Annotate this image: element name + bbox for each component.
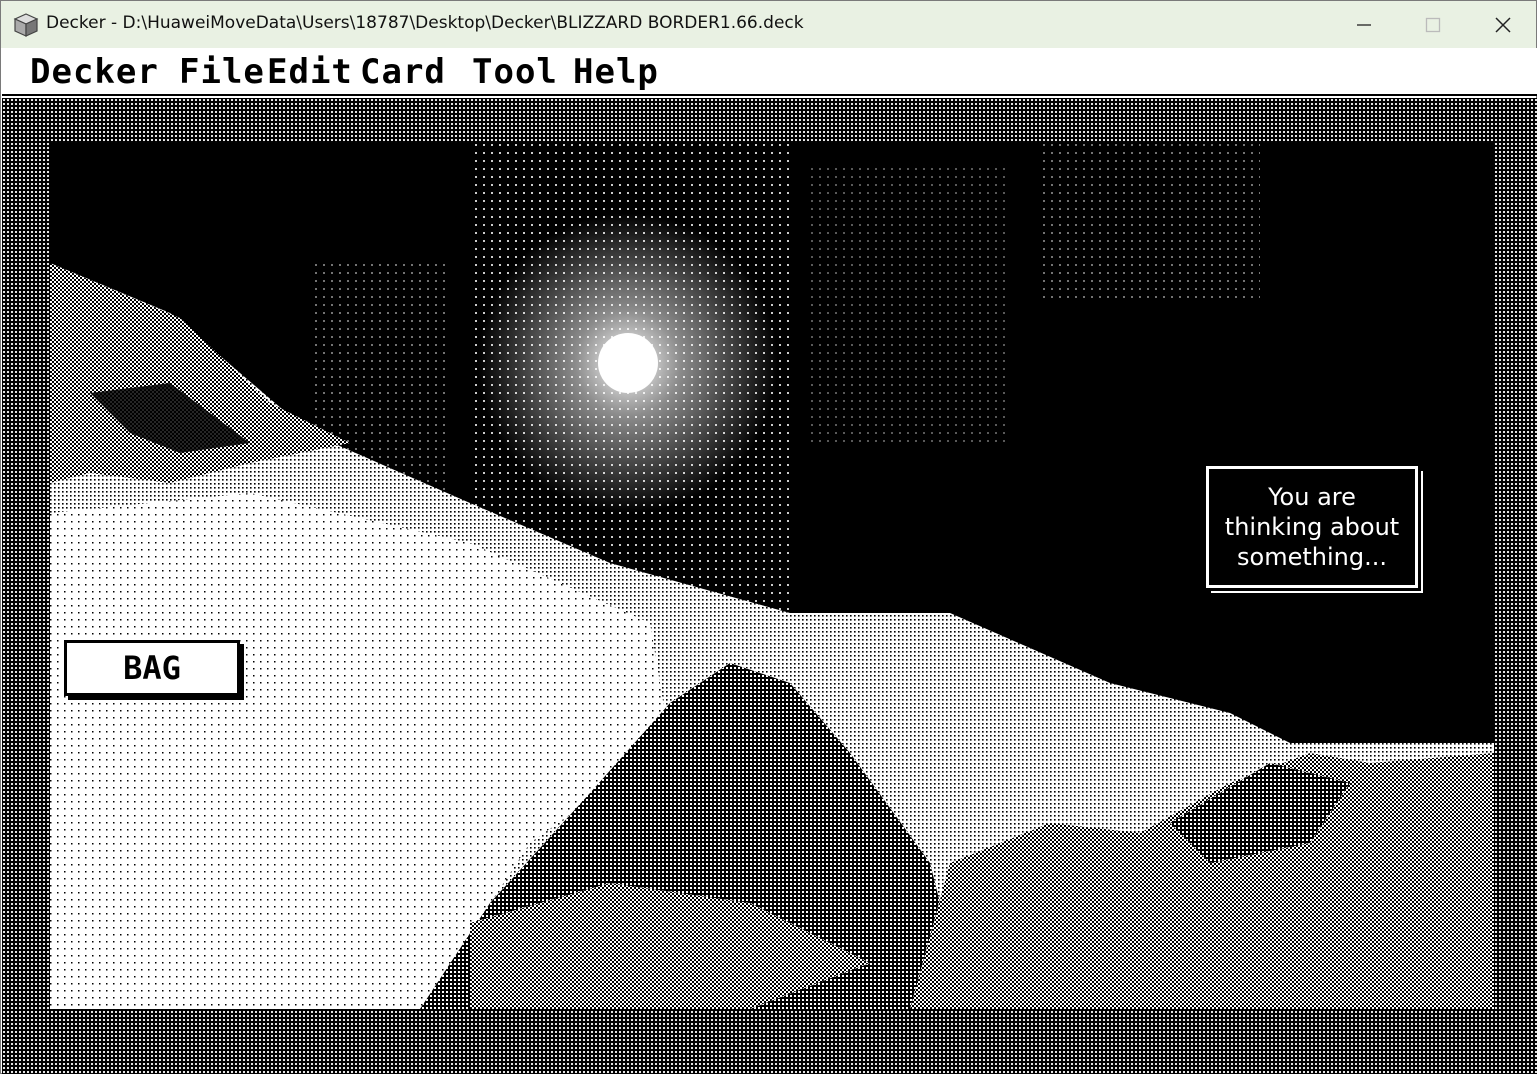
bag-button[interactable]: BAG xyxy=(64,640,240,696)
thought-text: You are thinking about something... xyxy=(1224,483,1400,571)
decker-window: Decker - D:\HuaweiMoveData\Users\18787\D… xyxy=(0,0,1537,1074)
menu-help[interactable]: Help xyxy=(573,50,659,94)
minimize-button[interactable] xyxy=(1329,1,1399,48)
window-title: Decker - D:\HuaweiMoveData\Users\18787\D… xyxy=(46,13,804,33)
card-canvas[interactable]: BAG You are thinking about something... xyxy=(50,143,1494,1009)
menu-card[interactable]: Card xyxy=(360,50,446,94)
menu-bar: Decker File Edit Card Tool Help xyxy=(2,48,1537,96)
bag-button-label: BAG xyxy=(123,649,181,687)
minimize-icon xyxy=(1357,23,1371,26)
cube-app-icon xyxy=(13,13,39,37)
close-button[interactable] xyxy=(1468,1,1537,48)
menu-file[interactable]: File xyxy=(179,50,265,94)
deck-stage: BAG You are thinking about something... xyxy=(2,98,1537,1074)
menu-edit[interactable]: Edit xyxy=(267,50,353,94)
close-icon xyxy=(1495,16,1511,33)
maximize-icon xyxy=(1425,17,1441,32)
maximize-button[interactable] xyxy=(1398,1,1468,48)
thought-dialog: You are thinking about something... xyxy=(1203,463,1421,591)
menu-decker[interactable]: Decker xyxy=(30,50,159,94)
title-bar[interactable]: Decker - D:\HuaweiMoveData\Users\18787\D… xyxy=(1,1,1536,48)
menu-tool[interactable]: Tool xyxy=(472,50,558,94)
